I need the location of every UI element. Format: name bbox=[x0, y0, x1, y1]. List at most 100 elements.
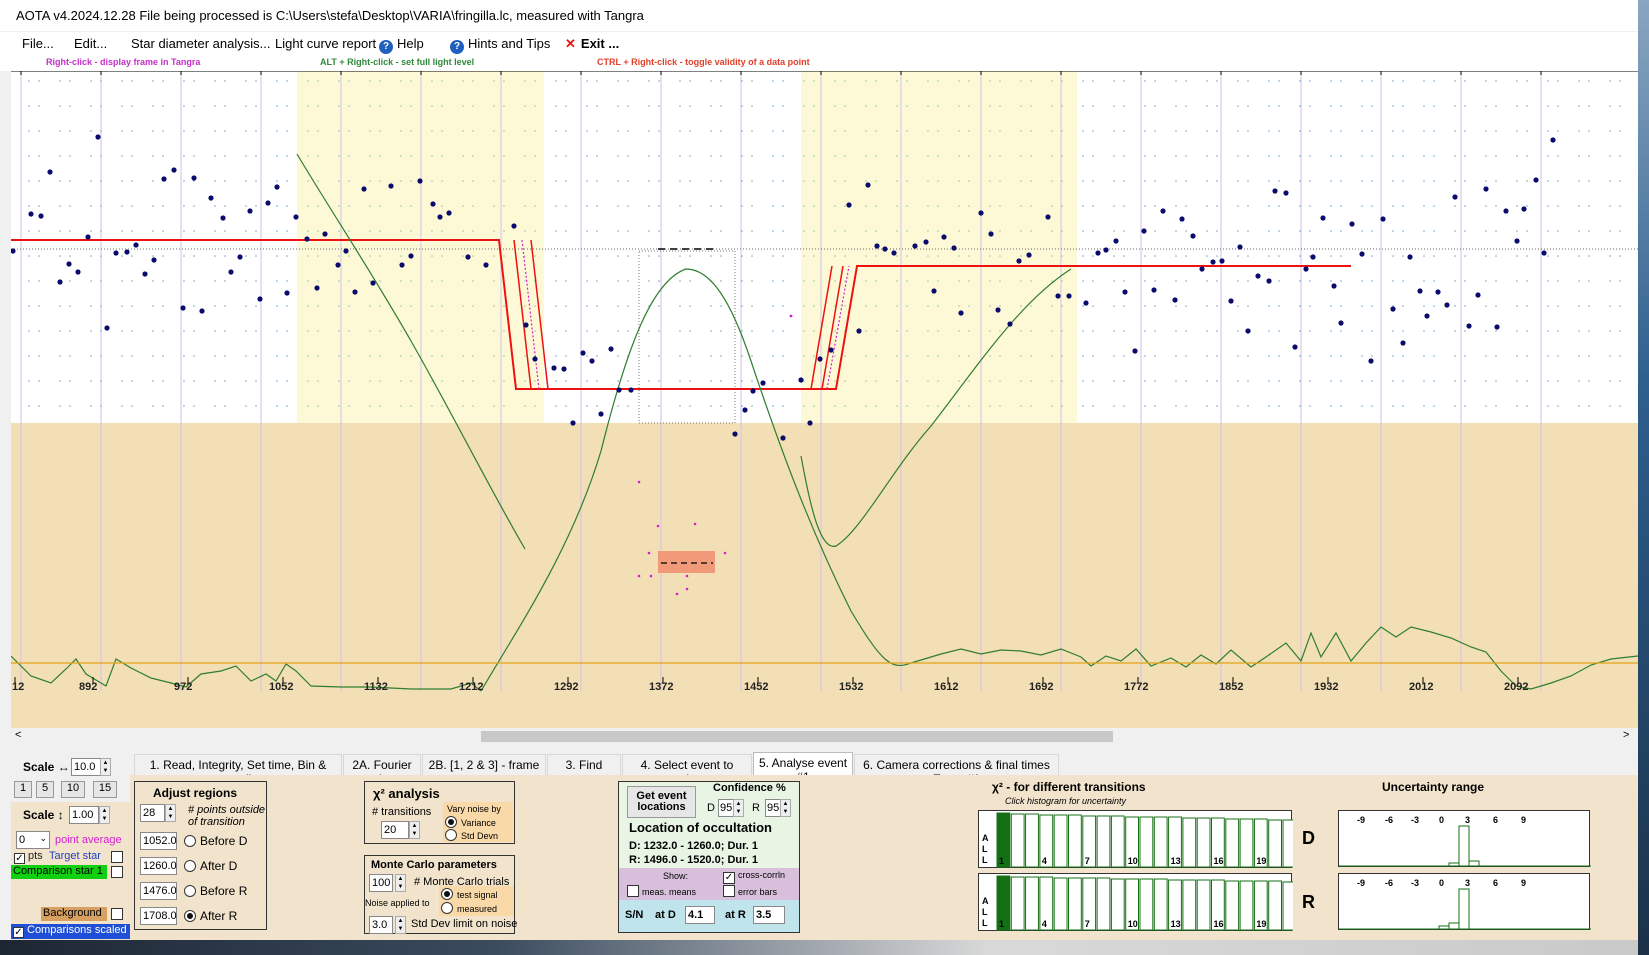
light-curve-svg[interactable]: 12 892 972 1052 1132 1212 1292 1372 1452 1532 1612… bbox=[10, 70, 1639, 728]
tab-1[interactable]: 1. Read, Integrity, Set time, Bin & norm… bbox=[134, 754, 342, 786]
grid-dot bbox=[152, 130, 154, 132]
grid-dot bbox=[1237, 230, 1239, 232]
tab-7[interactable]: 6. Camera corrections & final times Even… bbox=[854, 754, 1059, 786]
grid-dot bbox=[844, 255, 846, 257]
comparisons-scaled-checkbox[interactable]: ✓ Comparisons scaled bbox=[11, 924, 130, 939]
confidence-r-spinner[interactable]: ▲ ▼ bbox=[780, 799, 791, 817]
scroll-left-arrow[interactable]: < bbox=[15, 729, 21, 741]
grid-dot bbox=[906, 380, 908, 382]
region-value-1[interactable]: 1260.0 bbox=[140, 857, 177, 875]
tab-6[interactable]: 5. Analyse event #1 bbox=[753, 752, 853, 784]
region-radio-0[interactable]: Before D bbox=[184, 834, 247, 848]
chi-histogram-d[interactable]: A L L 1 4 7 10 13 16 19 bbox=[978, 810, 1311, 869]
grid-dot bbox=[1454, 280, 1456, 282]
test-signal-radio[interactable]: test signal bbox=[441, 888, 498, 900]
confidence-r-input[interactable]: 95 bbox=[765, 799, 781, 817]
scale-10-button[interactable]: 10 bbox=[61, 781, 85, 798]
points-outside-input[interactable]: 28 bbox=[140, 804, 165, 822]
scale-15-button[interactable]: 15 bbox=[93, 781, 117, 798]
region-value-3[interactable]: 1708.0 bbox=[140, 907, 177, 925]
tab-2[interactable]: 2A. Fourier plot bbox=[343, 754, 421, 786]
region-radio-3[interactable]: After R bbox=[184, 909, 237, 923]
grid-dot bbox=[1423, 305, 1425, 307]
tab-4[interactable]: 3. Find events bbox=[547, 754, 621, 786]
scroll-thumb[interactable] bbox=[481, 731, 1113, 742]
std-limit-spinner[interactable]: ▲ ▼ bbox=[395, 916, 406, 934]
grid-dot bbox=[1278, 305, 1280, 307]
menu-exit[interactable]: ✕ Exit ... bbox=[565, 36, 619, 52]
grid-dot bbox=[782, 80, 784, 82]
grid-dot bbox=[1206, 305, 1208, 307]
grid-dot bbox=[162, 305, 164, 307]
grid-dot bbox=[1547, 155, 1549, 157]
grid-dot bbox=[276, 280, 278, 282]
grid-dot bbox=[493, 380, 495, 382]
grid-dot bbox=[441, 105, 443, 107]
confidence-d-input[interactable]: 95 bbox=[718, 799, 734, 817]
variance-radio[interactable]: Variance bbox=[445, 816, 496, 828]
grid-dot bbox=[255, 80, 257, 82]
point-average-value: 0 bbox=[19, 834, 26, 846]
error-bars-checkbox[interactable]: error bars bbox=[723, 885, 777, 897]
grid-dot bbox=[69, 155, 71, 157]
grid-dot bbox=[1619, 130, 1621, 132]
measured-radio[interactable]: measured bbox=[441, 902, 497, 914]
region-after-r bbox=[801, 71, 1077, 423]
menu-light-curve-report[interactable]: Light curve report bbox=[275, 36, 376, 51]
grid-dot bbox=[400, 130, 402, 132]
grid-dot bbox=[1464, 155, 1466, 157]
scale-v-input[interactable]: 1.00 bbox=[69, 806, 99, 824]
scale-1-button[interactable]: 1 bbox=[14, 781, 32, 798]
grid-dot bbox=[1402, 230, 1404, 232]
grid-dot bbox=[1485, 155, 1487, 157]
grid-dot bbox=[689, 205, 691, 207]
std-devn-radio[interactable]: Std Devn bbox=[445, 829, 498, 841]
grid-dot bbox=[1082, 255, 1084, 257]
grid-dot bbox=[317, 355, 319, 357]
grid-dot bbox=[1464, 180, 1466, 182]
data-point bbox=[1007, 321, 1013, 327]
cross-corrln-checkbox[interactable]: ✓ cross-corrln bbox=[723, 870, 785, 884]
data-point bbox=[95, 134, 101, 140]
tab-5[interactable]: 4. Select event to analyse bbox=[622, 754, 752, 786]
chi-histogram-d-svg[interactable]: ALL 1 4 7 10 13 16 19 bbox=[979, 811, 1311, 869]
std-limit-input[interactable]: 3.0 bbox=[369, 916, 393, 934]
meas-means-checkbox[interactable]: meas. means bbox=[627, 885, 696, 897]
comparison-star-checkbox[interactable] bbox=[111, 866, 123, 878]
chi-histogram-r-svg[interactable]: ALL 1 4 7 10 13 16 19 bbox=[979, 874, 1311, 932]
grid-dot bbox=[121, 130, 123, 132]
transitions-input[interactable]: 20 bbox=[381, 821, 409, 839]
region-value-2[interactable]: 1476.0 bbox=[140, 882, 177, 900]
grid-dot bbox=[1175, 155, 1177, 157]
scroll-right-arrow[interactable]: > bbox=[1623, 729, 1629, 741]
monte-carlo-trials-spinner[interactable]: ▲ ▼ bbox=[395, 874, 406, 892]
points-outside-spinner[interactable]: ▲ ▼ bbox=[165, 804, 176, 822]
get-event-locations-button[interactable]: Get event locations bbox=[627, 786, 696, 818]
region-radio-1[interactable]: After D bbox=[184, 859, 237, 873]
region-radio-2[interactable]: Before R bbox=[184, 884, 247, 898]
menu-hints[interactable]: ? Hints and Tips bbox=[450, 36, 550, 54]
menu-help[interactable]: ? Help bbox=[379, 36, 424, 54]
scale-h-spinner[interactable]: ▲ ▼ bbox=[100, 758, 111, 776]
data-point bbox=[85, 234, 91, 240]
scale-5-button[interactable]: 5 bbox=[36, 781, 54, 798]
target-star-checkbox[interactable] bbox=[111, 851, 123, 863]
point-average-select[interactable]: 0 ⌄ bbox=[16, 831, 50, 849]
menu-file[interactable]: File... bbox=[22, 36, 54, 51]
uncertainty-bar bbox=[1458, 888, 1470, 930]
pts-checkbox[interactable]: ✓ pts bbox=[14, 850, 43, 864]
monte-carlo-trials-input[interactable]: 100 bbox=[369, 874, 393, 892]
menu-star-diameter[interactable]: Star diameter analysis... bbox=[131, 36, 270, 51]
horizontal-scrollbar[interactable]: < > bbox=[11, 728, 1638, 745]
chi-histogram-r[interactable]: A L L 1 4 7 10 13 16 19 bbox=[978, 873, 1311, 932]
tab-3[interactable]: 2B. [1, 2 & 3] - frame test bbox=[422, 754, 546, 786]
region-value-0[interactable]: 1052.0 bbox=[140, 832, 177, 850]
scale-h-input[interactable]: 10.0 bbox=[71, 758, 101, 776]
scale-v-spinner[interactable]: ▲ ▼ bbox=[99, 806, 110, 824]
grid-dot bbox=[1402, 355, 1404, 357]
menu-edit[interactable]: Edit... bbox=[74, 36, 107, 51]
light-curve-plot[interactable]: 12 892 972 1052 1132 1212 1292 1372 1452 1532 1612… bbox=[10, 70, 1639, 728]
confidence-d-spinner[interactable]: ▲ ▼ bbox=[733, 799, 744, 817]
background-checkbox[interactable] bbox=[111, 908, 123, 920]
transitions-spinner[interactable]: ▲ ▼ bbox=[409, 821, 420, 839]
